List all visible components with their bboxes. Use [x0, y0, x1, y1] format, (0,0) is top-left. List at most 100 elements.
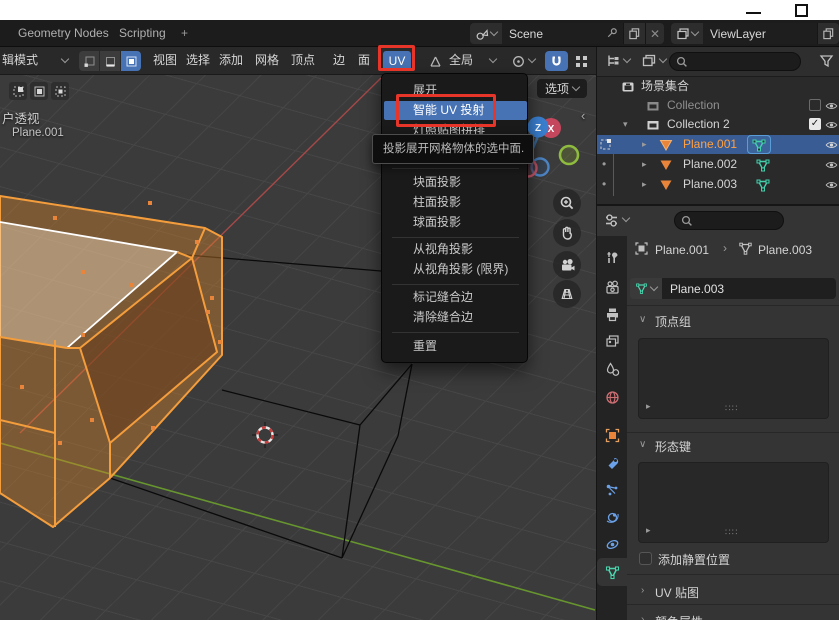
- collection-checkbox-checked[interactable]: ✓: [809, 118, 821, 130]
- scene-type-dropdown[interactable]: [470, 23, 502, 44]
- tab-tool[interactable]: [597, 244, 627, 270]
- workspace-tab-geometry-nodes[interactable]: Geometry Nodes: [18, 20, 109, 46]
- tab-object-data-selected[interactable]: [597, 558, 627, 586]
- resize-grip[interactable]: ∷∷: [725, 527, 738, 538]
- select-set-icon[interactable]: [9, 82, 27, 100]
- color-attributes-panel-header[interactable]: 颜色属性: [655, 613, 703, 620]
- edge-select-mode-icon[interactable]: [100, 51, 120, 71]
- collapse-icon[interactable]: ▸: [642, 155, 647, 174]
- mesh-data-dropdown[interactable]: [630, 278, 662, 299]
- tab-object[interactable]: [597, 422, 627, 448]
- selected-mesh[interactable]: [0, 196, 222, 527]
- menu-item-cube-projection[interactable]: 块面投影: [384, 173, 527, 192]
- collection-checkbox-unchecked[interactable]: [809, 99, 821, 111]
- new-view-layer-button[interactable]: [817, 23, 839, 44]
- tab-constraints[interactable]: [597, 531, 627, 557]
- menu-mesh[interactable]: 网格: [255, 47, 279, 74]
- menu-uv-active[interactable]: UV: [383, 51, 411, 71]
- outliner-row-collection-2[interactable]: ▾ Collection 2 ✓: [597, 115, 839, 134]
- outliner-row-plane-003[interactable]: • ▸ Plane.003: [597, 175, 839, 194]
- rest-position-checkbox[interactable]: [639, 552, 652, 565]
- collapse-icon[interactable]: ▸: [642, 135, 647, 154]
- panel-collapsed-icon[interactable]: ›: [641, 585, 644, 596]
- camera-view-button[interactable]: [553, 251, 581, 279]
- menu-select[interactable]: 选择: [186, 47, 210, 74]
- filter-icon[interactable]: [819, 53, 834, 69]
- view-layer-name-field[interactable]: ViewLayer: [703, 23, 817, 44]
- mode-select-dropdown[interactable]: 辑模式: [2, 47, 38, 74]
- eye-icon[interactable]: [825, 100, 838, 112]
- shape-keys-panel-header[interactable]: 形态键: [655, 438, 691, 455]
- vertex-groups-panel-header[interactable]: 顶点组: [655, 313, 691, 330]
- menu-item-project-from-view[interactable]: 从视角投影: [384, 240, 527, 259]
- snap-toggle-active[interactable]: [545, 51, 568, 71]
- tab-physics[interactable]: [597, 504, 627, 530]
- breadcrumb-object-name[interactable]: Plane.001: [655, 243, 709, 257]
- outliner-search-input[interactable]: [669, 52, 801, 71]
- select-extend-icon[interactable]: [30, 82, 48, 100]
- maximize-icon[interactable]: [795, 4, 808, 17]
- filter-collection-icon[interactable]: [641, 53, 657, 69]
- proportional-editing-icon[interactable]: [574, 54, 589, 69]
- add-workspace-button[interactable]: +: [181, 20, 188, 46]
- menu-item-clear-seam[interactable]: 清除缝合边: [384, 308, 527, 327]
- panel-expand-icon[interactable]: ∨: [639, 314, 646, 325]
- menu-item-project-from-view-bounds[interactable]: 从视角投影 (限界): [384, 260, 527, 279]
- mesh-data-icon[interactable]: [752, 138, 766, 152]
- uv-maps-panel-header[interactable]: UV 贴图: [655, 584, 699, 601]
- outliner-row-plane-002[interactable]: • ▸ Plane.002: [597, 155, 839, 174]
- tab-render[interactable]: [597, 274, 627, 300]
- mesh-data-icon[interactable]: [756, 178, 770, 192]
- menu-view[interactable]: 视图: [153, 47, 177, 74]
- menu-item-cylinder-projection[interactable]: 柱面投影: [384, 193, 527, 212]
- tab-output[interactable]: [597, 301, 627, 327]
- zoom-view-button[interactable]: [553, 189, 581, 217]
- shape-keys-list[interactable]: ▸ ∷∷: [638, 462, 829, 543]
- eye-icon[interactable]: [825, 119, 838, 131]
- outliner-row-plane-001-selected[interactable]: ▸ Plane.001: [597, 135, 839, 154]
- eye-icon[interactable]: [825, 159, 838, 171]
- panel-expand-icon[interactable]: ∨: [639, 439, 646, 450]
- eye-icon[interactable]: [825, 179, 838, 191]
- vertex-select-mode-icon[interactable]: [79, 51, 99, 71]
- new-scene-button[interactable]: [623, 23, 645, 44]
- unlink-scene-button[interactable]: ✕: [645, 23, 664, 44]
- display-mode-icon[interactable]: [605, 53, 621, 69]
- tab-modifiers[interactable]: [597, 450, 627, 476]
- viewport-options-button[interactable]: 选项: [537, 79, 587, 98]
- orthographic-grid-button[interactable]: [553, 280, 581, 308]
- tab-particles[interactable]: [597, 477, 627, 503]
- collapse-icon[interactable]: ▸: [642, 175, 647, 194]
- eye-icon[interactable]: [825, 139, 838, 151]
- pan-view-button[interactable]: [553, 219, 581, 247]
- properties-search-input[interactable]: [674, 211, 784, 230]
- menu-edge[interactable]: 边: [333, 47, 345, 74]
- menu-item-smart-uv-project[interactable]: 智能 UV 投射: [384, 101, 527, 120]
- outliner-row-collection[interactable]: Collection: [597, 96, 839, 115]
- view-layer-type-dropdown[interactable]: [671, 23, 703, 44]
- minimize-icon[interactable]: [746, 12, 761, 14]
- gizmo-axis-y-neg[interactable]: [560, 146, 578, 164]
- tab-scene[interactable]: [597, 356, 627, 382]
- face-select-mode-icon[interactable]: [121, 51, 141, 71]
- transform-orientation-dropdown[interactable]: 全局: [449, 47, 473, 74]
- panel-collapsed-icon[interactable]: ›: [641, 614, 644, 620]
- list-expand-icon[interactable]: ▸: [646, 401, 651, 412]
- menu-item-sphere-projection[interactable]: 球面投影: [384, 213, 527, 232]
- outliner-row-scene-collection[interactable]: 场景集合: [597, 77, 839, 96]
- scene-name-field[interactable]: Scene: [502, 23, 623, 44]
- pivot-point-icon[interactable]: [511, 54, 526, 69]
- tab-world[interactable]: [597, 384, 627, 410]
- pin-icon[interactable]: [605, 27, 618, 40]
- resize-grip[interactable]: ∷∷: [725, 403, 738, 414]
- workspace-tab-scripting[interactable]: Scripting: [119, 20, 166, 46]
- menu-item-mark-seam[interactable]: 标记缝合边: [384, 288, 527, 307]
- menu-add[interactable]: 添加: [219, 47, 243, 74]
- menu-item-unwrap[interactable]: 展开: [384, 81, 527, 100]
- mesh-data-icon[interactable]: [756, 158, 770, 172]
- menu-vertex[interactable]: 顶点: [291, 47, 315, 74]
- expand-icon[interactable]: ▾: [623, 115, 628, 134]
- mesh-name-input[interactable]: Plane.003: [662, 278, 836, 299]
- select-subtract-icon[interactable]: [51, 82, 69, 100]
- breadcrumb-data-name[interactable]: Plane.003: [758, 243, 812, 257]
